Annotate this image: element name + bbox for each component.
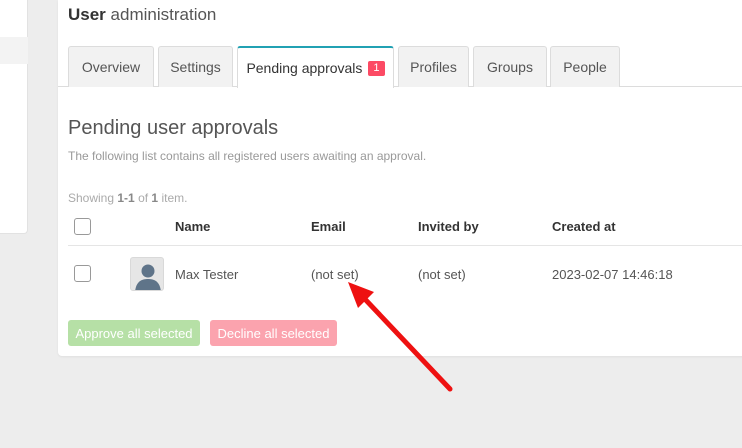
user-email: (not set): [311, 267, 359, 282]
left-sidebar-panel: [0, 0, 28, 234]
summary-total: 1: [151, 191, 159, 205]
column-header-invited-by[interactable]: Invited by: [418, 219, 479, 234]
table-header-divider: [68, 245, 742, 246]
pending-count-badge: 1: [368, 60, 385, 76]
tab-overview-label: Overview: [81, 59, 141, 75]
tab-groups[interactable]: Groups: [473, 46, 547, 87]
column-header-created-at[interactable]: Created at: [552, 219, 616, 234]
user-name[interactable]: Max Tester: [175, 267, 238, 282]
sidebar-selected-item[interactable]: [0, 37, 28, 64]
tab-settings[interactable]: Settings: [158, 46, 233, 87]
column-header-email[interactable]: Email: [311, 219, 346, 234]
tab-people-label: People: [563, 59, 607, 75]
tab-profiles-label: Profiles: [410, 59, 457, 75]
select-all-checkbox[interactable]: [74, 218, 91, 235]
tab-settings-label: Settings: [170, 59, 221, 75]
result-summary: Showing 1-1 of 1 item.: [68, 191, 187, 205]
summary-prefix: Showing: [68, 191, 115, 205]
page-title-rest: administration: [110, 5, 217, 24]
tab-bar: Overview Settings Pending approvals 1 Pr…: [58, 46, 742, 88]
user-administration-panel: User administration Overview Settings Pe…: [58, 0, 742, 356]
summary-range: 1-1: [117, 191, 135, 205]
decline-all-button[interactable]: Decline all selected: [210, 320, 337, 346]
page-title: User administration: [68, 5, 216, 25]
user-avatar-icon[interactable]: [130, 257, 164, 291]
column-header-name[interactable]: Name: [175, 219, 210, 234]
user-created-at: 2023-02-07 14:46:18: [552, 267, 673, 282]
tab-overview[interactable]: Overview: [68, 46, 154, 87]
row-select-checkbox[interactable]: [74, 265, 91, 282]
section-description: The following list contains all register…: [68, 149, 427, 163]
page-title-bold: User: [68, 5, 106, 24]
summary-of: of: [138, 191, 149, 205]
tab-pending-approvals-label: Pending approvals: [246, 60, 363, 76]
tab-groups-label: Groups: [487, 59, 533, 75]
user-invited-by: (not set): [418, 267, 466, 282]
tab-pending-approvals[interactable]: Pending approvals 1: [237, 46, 394, 88]
summary-suffix: item.: [161, 191, 188, 205]
section-title: Pending user approvals: [68, 117, 279, 139]
approve-all-button[interactable]: Approve all selected: [68, 320, 200, 346]
tab-profiles[interactable]: Profiles: [398, 46, 469, 87]
tab-people[interactable]: People: [550, 46, 620, 87]
